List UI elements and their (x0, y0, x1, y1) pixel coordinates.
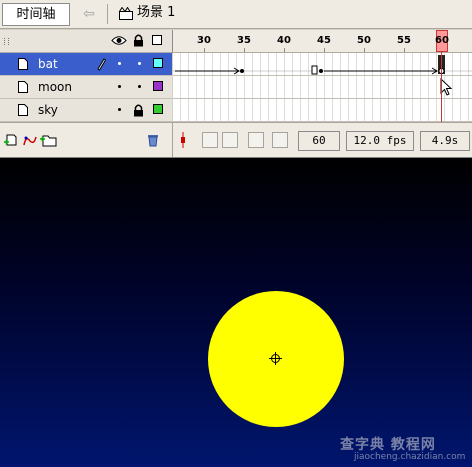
frame-row-moon[interactable] (173, 76, 472, 99)
motion-tween (173, 55, 472, 75)
ruler-tick-label: 35 (237, 35, 251, 46)
cursor-icon (440, 78, 453, 96)
grip-handle[interactable] (4, 38, 9, 45)
page-icon (18, 104, 28, 116)
eye-icon[interactable] (111, 35, 127, 46)
bar-divider (172, 123, 173, 157)
scene-icon (119, 7, 133, 20)
layer-name: bat (38, 57, 58, 71)
ruler-tick (284, 48, 285, 52)
ruler-tick (364, 48, 365, 52)
timeline-toolbar: 时间轴 ⇦ 场景 1 (0, 0, 472, 29)
add-folder-icon[interactable] (40, 133, 58, 147)
add-guide-icon[interactable] (22, 133, 38, 147)
registration-point-icon (269, 352, 282, 365)
outline-color-swatch[interactable] (153, 81, 163, 91)
outline-color-swatch[interactable] (153, 58, 163, 68)
layer-name: moon (38, 80, 72, 94)
watermark-url: jiaocheng.chazidian.com (354, 452, 466, 462)
center-frame-icon[interactable] (178, 132, 188, 148)
page-icon (18, 81, 28, 93)
elapsed-time-field: 4.9s (420, 131, 470, 151)
page-icon (18, 58, 28, 70)
lock-dot[interactable] (138, 62, 141, 65)
ruler-tick-label: 60 (435, 35, 449, 46)
lock-icon[interactable] (133, 34, 144, 47)
frame-ruler[interactable]: 30 35 40 45 50 55 (172, 30, 472, 53)
current-frame-field: 60 (298, 131, 340, 151)
trash-icon[interactable] (147, 133, 159, 147)
outline-icon[interactable] (152, 35, 162, 45)
frame-row-bat[interactable] (173, 53, 472, 76)
onion-skin-icon[interactable] (202, 132, 218, 148)
ruler-tick (204, 48, 205, 52)
lock-dot[interactable] (138, 85, 141, 88)
timeline-button[interactable]: 时间轴 (2, 3, 70, 26)
outline-color-swatch[interactable] (153, 104, 163, 114)
layer-header (0, 30, 172, 53)
toolbar-divider (107, 4, 108, 24)
ruler-tick-label: 50 (357, 35, 371, 46)
pencil-icon (97, 58, 106, 71)
visibility-dot[interactable] (118, 62, 121, 65)
ruler-tick-label: 55 (397, 35, 411, 46)
layer-row-sky[interactable]: sky (0, 99, 172, 122)
stage[interactable]: 查字典 教程网 jiaocheng.chazidian.com (0, 158, 472, 467)
ruler-tick-label: 40 (277, 35, 291, 46)
playhead[interactable]: 60 (435, 30, 449, 52)
back-arrow-icon[interactable]: ⇦ (80, 5, 98, 23)
layer-row-moon[interactable]: moon (0, 76, 172, 99)
layer-row-bat[interactable]: bat (0, 53, 172, 76)
visibility-dot[interactable] (118, 108, 121, 111)
scene-label[interactable]: 场景 1 (137, 5, 175, 21)
visibility-dot[interactable] (118, 85, 121, 88)
edit-multiple-icon[interactable] (248, 132, 264, 148)
frame-row-sky[interactable] (173, 99, 472, 122)
watermark: 查字典 教程网 jiaocheng.chazidian.com (340, 434, 470, 464)
frame-rate-field[interactable]: 12.0 fps (346, 131, 414, 151)
ruler-tick (244, 48, 245, 52)
layer-name: sky (38, 103, 58, 117)
ruler-tick (324, 48, 325, 52)
timeline-status-bar: 60 12.0 fps 4.9s (0, 122, 472, 159)
ruler-tick-label: 45 (317, 35, 331, 46)
ruler-tick-label: 30 (197, 35, 211, 46)
add-layer-icon[interactable] (4, 133, 20, 147)
lock-icon[interactable] (133, 104, 144, 117)
watermark-title: 查字典 教程网 (340, 437, 436, 453)
ruler-tick (404, 48, 405, 52)
onion-outline-icon[interactable] (222, 132, 238, 148)
onion-markers-icon[interactable] (272, 132, 288, 148)
